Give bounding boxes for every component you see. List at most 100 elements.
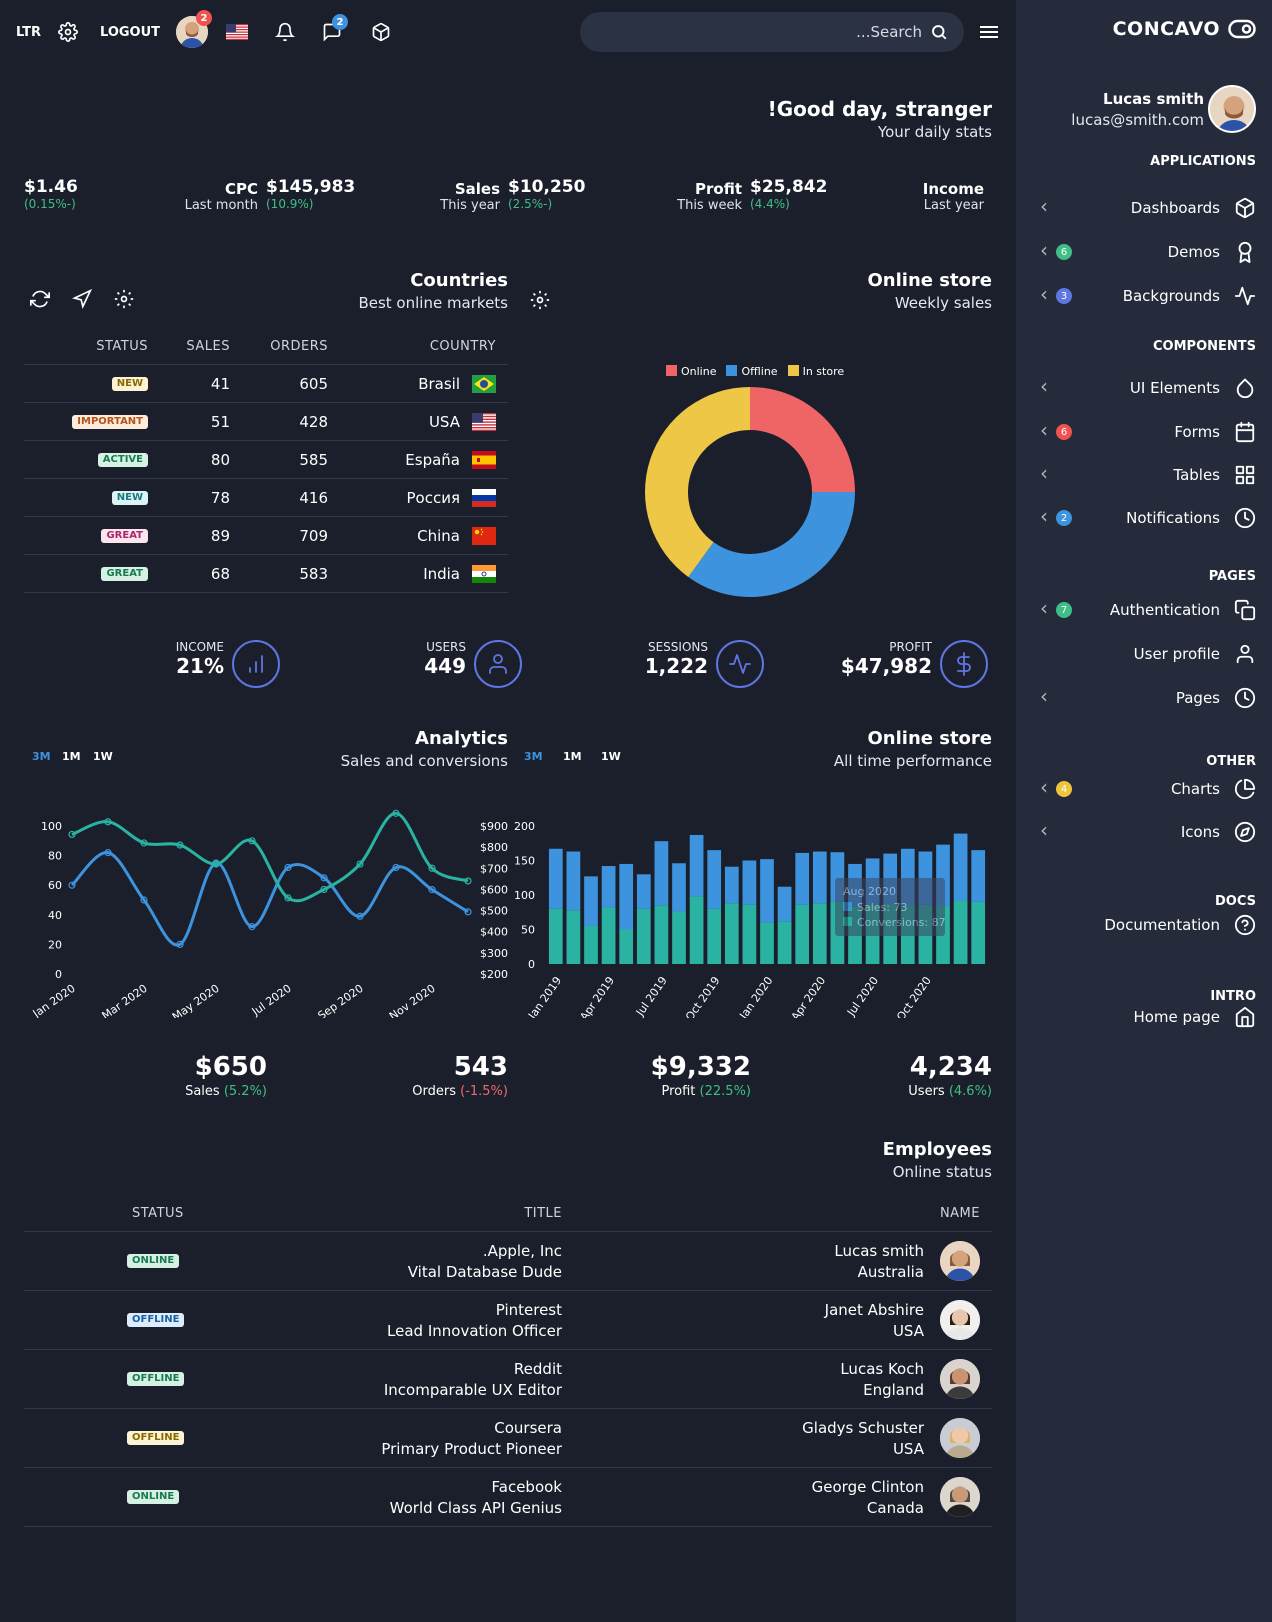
sidebar-item-home-page[interactable]: Home page: [1016, 997, 1272, 1037]
donut-slice-offline[interactable]: [688, 492, 855, 597]
bar-segment[interactable]: [760, 859, 774, 923]
range-3m-button[interactable]: 3M: [32, 750, 51, 763]
table-row[interactable]: ONLINE .Apple, Inc Vital Database Dude Luca…: [24, 1232, 992, 1291]
table-row[interactable]: ONLINE Facebook World Class API Genius Geor…: [24, 1468, 992, 1527]
logout-button[interactable]: LOGOUT: [100, 0, 160, 64]
settings-button[interactable]: [58, 0, 78, 64]
sidebar-item-icons[interactable]: ‹ Icons: [1016, 812, 1272, 852]
bar-segment[interactable]: [724, 903, 739, 964]
messages-button[interactable]: 2: [322, 0, 348, 64]
bar-segment[interactable]: [654, 905, 669, 964]
sidebar-item-documentation[interactable]: Documentation: [1016, 905, 1272, 945]
bar-segment[interactable]: [760, 922, 774, 964]
notifications-button[interactable]: [275, 0, 295, 64]
bar-segment[interactable]: [795, 904, 810, 964]
bar-segment[interactable]: [742, 904, 757, 964]
bar-segment[interactable]: [971, 850, 986, 902]
bar-segment[interactable]: [777, 921, 792, 964]
table-row[interactable]: IMPORTANT 51 428 USA: [24, 403, 508, 441]
range-1w-button[interactable]: 1W: [601, 750, 621, 763]
bar-segment[interactable]: [795, 852, 810, 905]
table-row[interactable]: OFFLINE Coursera Primary Product Pioneer Gl…: [24, 1409, 992, 1468]
bar-segment[interactable]: [812, 903, 827, 964]
donut-slice-online[interactable]: [750, 387, 855, 492]
bar-segment[interactable]: [548, 848, 563, 909]
country-flag: [472, 527, 496, 545]
sidebar-item-notifications[interactable]: ‹ 2 Notifications: [1016, 498, 1272, 538]
bar-segment[interactable]: [953, 900, 968, 964]
chevron-left-icon: ‹: [1040, 818, 1048, 842]
range-3m-button[interactable]: 3M: [524, 750, 543, 763]
bar-segment[interactable]: [601, 907, 616, 964]
user-avatar-button[interactable]: 2: [176, 0, 212, 64]
bar-segment[interactable]: [707, 908, 722, 964]
bar-segment[interactable]: [636, 874, 651, 909]
avatar[interactable]: [940, 1300, 980, 1340]
range-1m-button[interactable]: 1M: [563, 750, 582, 763]
bar-segment[interactable]: [689, 896, 704, 964]
sidebar-item-demos[interactable]: ‹ 6 Demos: [1016, 232, 1272, 272]
apps-button[interactable]: [371, 0, 391, 64]
bar-segment[interactable]: [654, 841, 669, 906]
bar-segment[interactable]: [566, 851, 581, 911]
bar-segment[interactable]: [724, 866, 739, 904]
sidebar-item-charts[interactable]: ‹ 4 Charts: [1016, 769, 1272, 809]
avatar[interactable]: [940, 1241, 980, 1281]
range-1m-button[interactable]: 1M: [62, 750, 81, 763]
table-row[interactable]: GREAT 68 583 India: [24, 555, 508, 593]
line-series-2[interactable]: [71, 811, 469, 903]
greeting: !Good day, stranger Your daily stats: [768, 97, 992, 141]
bar-segment[interactable]: [619, 863, 634, 930]
bar-segment[interactable]: [548, 908, 563, 964]
sidebar-item-dashboards[interactable]: ‹ Dashboards: [1016, 188, 1272, 228]
table-row[interactable]: NEW 41 605 Brasil: [24, 365, 508, 403]
countries-settings-icon[interactable]: [530, 290, 550, 310]
table-row[interactable]: OFFLINE Reddit Incomparable UX Editor Lucas…: [24, 1350, 992, 1409]
bar-segment[interactable]: [971, 901, 986, 964]
bar-segment[interactable]: [777, 886, 792, 922]
y-right-tick: $800: [480, 841, 508, 854]
bar-segment[interactable]: [742, 860, 757, 905]
bar-segment[interactable]: [619, 929, 634, 965]
search-input[interactable]: ...Search: [580, 12, 964, 52]
bar-segment[interactable]: [566, 910, 581, 964]
bar-segment[interactable]: [672, 911, 686, 964]
avatar[interactable]: [940, 1477, 980, 1517]
direction-toggle[interactable]: LTR: [16, 0, 41, 64]
sidebar-item-user-profile[interactable]: User profile: [1016, 634, 1272, 674]
table-row[interactable]: OFFLINE Pinterest Lead Innovation Officer J…: [24, 1291, 992, 1350]
avatar[interactable]: [940, 1359, 980, 1399]
sidebar-item-ui-elements[interactable]: ‹ UI Elements: [1016, 368, 1272, 408]
legend-item[interactable]: Online: [666, 365, 716, 378]
table-row[interactable]: NEW 78 416 Россия: [24, 479, 508, 517]
table-row[interactable]: ACTIVE 80 585 España: [24, 441, 508, 479]
user-avatar[interactable]: [1208, 85, 1256, 133]
sidebar-item-tables[interactable]: ‹ Tables: [1016, 455, 1272, 495]
donut-slice-in-store[interactable]: [645, 387, 750, 577]
sidebar-item-backgrounds[interactable]: ‹ 3 Backgrounds: [1016, 276, 1272, 316]
sidebar-item-authentication[interactable]: ‹ 7 Authentication: [1016, 590, 1272, 630]
avatar[interactable]: [940, 1418, 980, 1458]
legend-item[interactable]: Offline: [726, 365, 778, 378]
menu-toggle-button[interactable]: [980, 0, 998, 64]
navigation-icon[interactable]: [72, 289, 92, 309]
sidebar-item-pages[interactable]: ‹ Pages: [1016, 678, 1272, 718]
range-1w-button[interactable]: 1W: [93, 750, 113, 763]
bar-segment[interactable]: [689, 834, 704, 897]
legend-item[interactable]: In store: [787, 365, 844, 378]
bar-segment[interactable]: [601, 866, 616, 908]
bar-segment[interactable]: [812, 851, 827, 904]
bar-segment[interactable]: [953, 833, 968, 901]
refresh-icon[interactable]: [30, 289, 50, 309]
bar-segment[interactable]: [707, 850, 722, 909]
sidebar-item-forms[interactable]: ‹ 6 Forms: [1016, 412, 1272, 452]
gear-icon[interactable]: [114, 289, 134, 309]
kpi-label: INCOME: [175, 640, 224, 654]
language-button[interactable]: [226, 0, 248, 64]
table-row[interactable]: GREAT 89 709 China: [24, 517, 508, 555]
brand-logo[interactable]: CONCAVO: [1113, 18, 1256, 40]
bar-segment[interactable]: [636, 908, 651, 964]
bar-segment[interactable]: [584, 926, 598, 964]
bar-segment[interactable]: [584, 876, 598, 927]
bar-segment[interactable]: [672, 863, 686, 912]
